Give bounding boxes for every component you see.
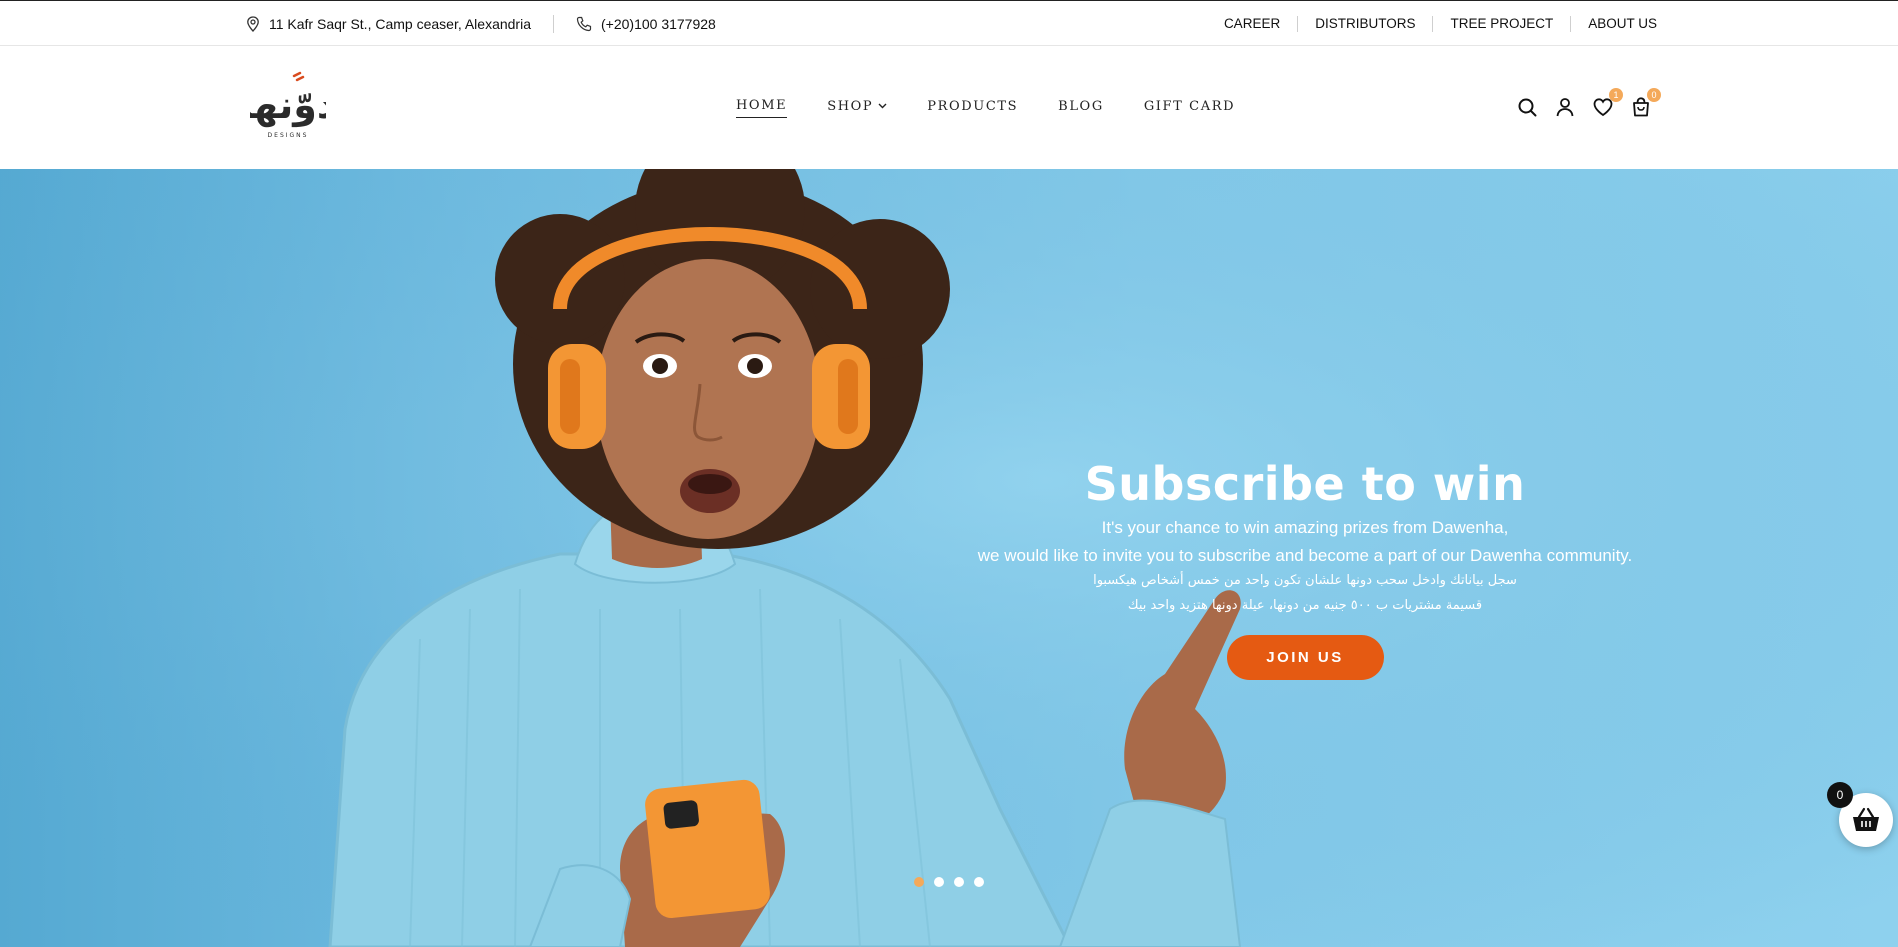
account-button[interactable] — [1554, 96, 1576, 118]
slider-pagination — [914, 877, 984, 887]
nav-gift-card[interactable]: GIFT CARD — [1144, 98, 1235, 118]
career-link[interactable]: CAREER — [1207, 16, 1297, 32]
hero-arabic-line-1: سجل بياناتك وادخل سحب دونها علشان تكون و… — [1093, 573, 1517, 588]
cart-count-badge: 0 — [1647, 88, 1661, 102]
logo-mark: دوّنها DESIGNS — [240, 71, 336, 139]
join-us-button[interactable]: JOIN US — [1226, 635, 1384, 680]
svg-text:دوّنها: دوّنها — [250, 83, 326, 128]
main-nav: HOME SHOP PRODUCTS BLOG GIFT CARD — [736, 98, 1235, 118]
top-bar: 11 Kafr Saqr St., Camp ceaser, Alexandri… — [0, 0, 1898, 46]
address-text: 11 Kafr Saqr St., Camp ceaser, Alexandri… — [269, 15, 531, 32]
nav-products-label: PRODUCTS — [927, 98, 1019, 114]
svg-text:DESIGNS: DESIGNS — [268, 132, 309, 139]
cart-button[interactable]: 0 — [1630, 88, 1661, 118]
slide-dot-3[interactable] — [954, 877, 964, 887]
nav-products[interactable]: PRODUCTS — [927, 98, 1018, 118]
search-icon — [1518, 98, 1537, 117]
slide-dot-2[interactable] — [934, 877, 944, 887]
map-pin-icon — [247, 15, 259, 32]
wishlist-count-badge: 1 — [1609, 88, 1623, 102]
hero-arabic-line-2: قسيمة مشتريات ب ٥٠٠ جنيه من دونها، عيلة … — [1127, 598, 1483, 613]
wishlist-button[interactable]: 1 — [1592, 88, 1623, 118]
slide-dot-4[interactable] — [974, 877, 984, 887]
hero-slider: Subscribe to win It's your chance to win… — [0, 169, 1898, 947]
search-button[interactable] — [1516, 96, 1538, 118]
phone-text[interactable]: (+20)100 3177928 — [601, 16, 716, 32]
nav-shop[interactable]: SHOP — [827, 98, 887, 118]
tree-project-link[interactable]: TREE PROJECT — [1432, 15, 1570, 32]
nav-home-label: HOME — [736, 98, 788, 113]
about-us-link[interactable]: ABOUT US — [1570, 15, 1657, 32]
distributors-link[interactable]: DISTRIBUTORS — [1297, 15, 1432, 32]
nav-shop-label: SHOP — [827, 98, 874, 114]
phone-info[interactable]: (+20)100 3177928 — [576, 16, 716, 32]
phone-icon — [576, 16, 592, 31]
hero-content: Subscribe to win It's your chance to win… — [940, 456, 1670, 680]
hero-subtitle-line-1: It's your chance to win amazing prizes f… — [1101, 518, 1509, 537]
logo[interactable]: دوّنها DESIGNS — [240, 70, 336, 142]
nav-blog-label: BLOG — [1058, 98, 1104, 114]
hero-title: Subscribe to win — [1084, 457, 1526, 511]
floating-cart-count: 0 — [1827, 782, 1853, 808]
main-header: دوّنها DESIGNS HOME SHOP PRODUCTS BLOG G… — [0, 46, 1898, 169]
address-info: 11 Kafr Saqr St., Camp ceaser, Alexandri… — [246, 16, 531, 32]
user-icon — [1556, 98, 1574, 117]
chevron-down-icon — [878, 103, 887, 109]
basket-icon — [1853, 807, 1879, 831]
slide-dot-1[interactable] — [914, 877, 924, 887]
hero-subtitle-line-2: we would like to invite you to subscribe… — [977, 546, 1633, 565]
nav-gift-card-label: GIFT CARD — [1143, 98, 1236, 114]
divider — [553, 14, 554, 33]
nav-home[interactable]: HOME — [736, 98, 788, 118]
header-actions: 1 0 — [1516, 88, 1661, 118]
nav-blog[interactable]: BLOG — [1058, 98, 1104, 118]
